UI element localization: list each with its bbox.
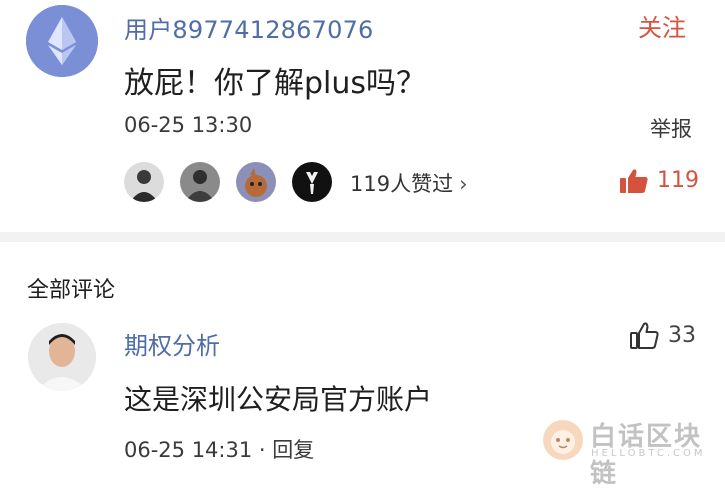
post-author-avatar[interactable]	[26, 5, 98, 77]
post-author-name[interactable]: 用户8977412867076	[124, 10, 374, 45]
thumbs-up-outline-icon[interactable]	[629, 322, 659, 350]
comment-like-count: 33	[668, 323, 696, 348]
person-avatar-icon	[28, 323, 96, 391]
comments-heading: 全部评论	[27, 278, 116, 303]
report-button[interactable]: 举报	[650, 113, 692, 143]
reply-button[interactable]: 回复	[272, 438, 314, 462]
liker-avatar[interactable]	[234, 160, 278, 204]
follow-button[interactable]: 关注	[638, 8, 686, 43]
person-avatar-icon	[124, 162, 164, 202]
animal-avatar-icon	[236, 162, 276, 202]
commenter-avatar[interactable]	[28, 323, 96, 391]
commenter-name[interactable]: 期权分析	[124, 326, 220, 361]
liked-by-count: 119人赞过	[350, 172, 454, 196]
liker-avatar[interactable]	[290, 160, 334, 204]
comment-text: 这是深圳公安局官方账户	[124, 383, 433, 416]
ethereum-icon	[26, 5, 98, 77]
meta-separator: ·	[258, 438, 266, 462]
post-like-count: 119	[657, 168, 699, 193]
liker-avatar[interactable]	[122, 160, 166, 204]
liker-avatar[interactable]	[178, 160, 222, 204]
tuxedo-avatar-icon	[292, 162, 332, 202]
comment-meta: 06-25 14:31 · 回复	[124, 434, 314, 464]
watermark-subtitle: HELLOBTC.COM	[591, 448, 706, 459]
liked-by-link[interactable]: 119人赞过 ›	[350, 168, 468, 198]
post-text: 放屁！你了解plus吗？	[124, 66, 427, 101]
chevron-right-icon: ›	[459, 172, 468, 196]
section-divider	[0, 232, 725, 242]
thumbs-up-filled-icon[interactable]	[619, 168, 649, 194]
watermark-logo-icon	[541, 418, 585, 462]
person-avatar-icon	[180, 162, 220, 202]
comment-timestamp: 06-25 14:31	[124, 438, 253, 462]
post-timestamp: 06-25 13:30	[124, 113, 253, 137]
